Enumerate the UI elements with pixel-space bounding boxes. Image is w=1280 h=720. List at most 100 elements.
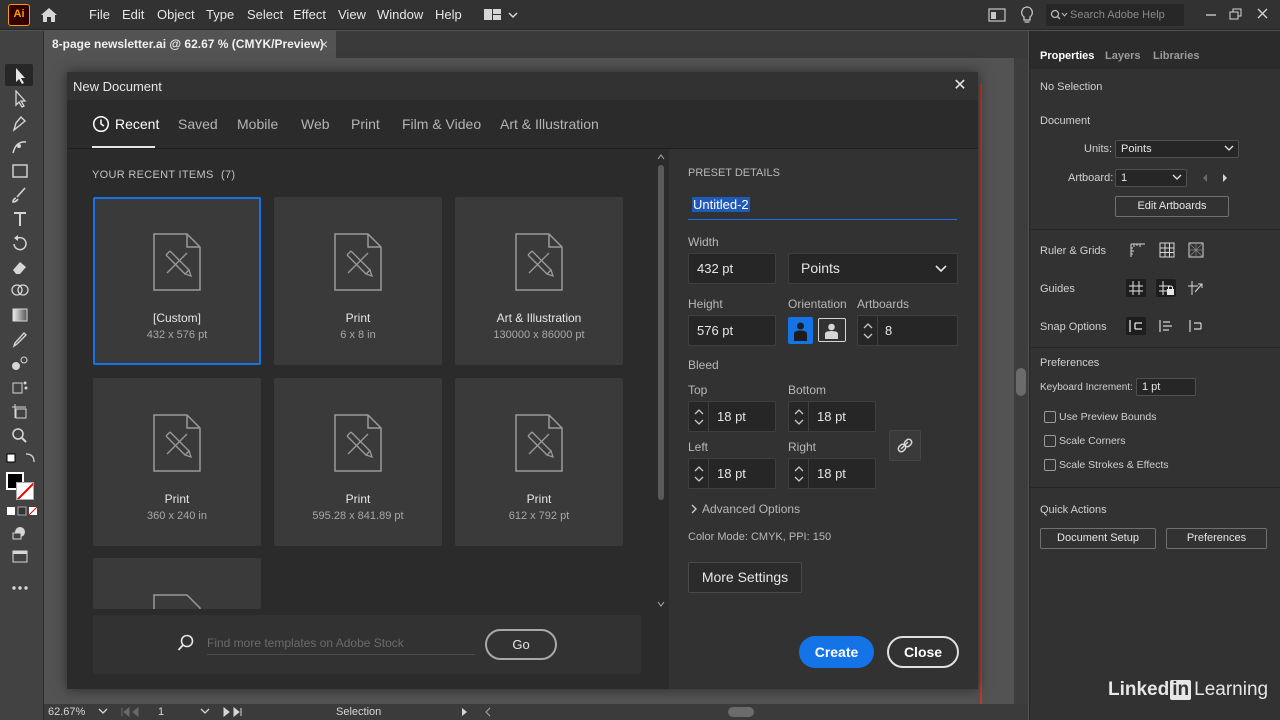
arrange-documents-icon[interactable] <box>988 7 1006 23</box>
snap-to-glyph-icon[interactable] <box>1186 317 1206 335</box>
create-button[interactable]: Create <box>799 636 874 668</box>
bleed-bottom-input[interactable]: 18 pt <box>788 401 876 432</box>
artboard-dropdown[interactable]: 1 <box>1115 169 1187 187</box>
tab-saved[interactable]: Saved <box>178 116 218 132</box>
stock-search-input[interactable] <box>207 631 475 655</box>
document-tab[interactable]: 8-page newsletter.ai @ 62.67 % (CMYK/Pre… <box>44 31 336 58</box>
close-document-tab-icon[interactable]: × <box>320 31 328 58</box>
search-adobe-help[interactable]: Search Adobe Help <box>1046 4 1184 26</box>
type-tool-icon[interactable] <box>10 210 30 228</box>
link-bleed-button[interactable] <box>889 430 921 461</box>
menu-select[interactable]: Select <box>247 7 283 22</box>
eraser-tool-icon[interactable] <box>10 258 30 276</box>
landscape-orientation-button[interactable] <box>818 318 846 342</box>
close-button[interactable]: Close <box>887 636 959 668</box>
snap-to-pixel-icon[interactable] <box>1156 317 1176 335</box>
artboards-input[interactable]: 8 <box>857 315 958 346</box>
rectangle-tool-icon[interactable] <box>10 162 30 180</box>
bleed-top-stepper-icon[interactable] <box>693 406 705 428</box>
vertical-scroll-thumb[interactable] <box>1016 368 1026 396</box>
bleed-right-input[interactable]: 18 pt <box>788 458 876 489</box>
bleed-left-stepper-icon[interactable] <box>693 463 705 485</box>
tab-mobile[interactable]: Mobile <box>237 116 278 132</box>
bleed-right-stepper-icon[interactable] <box>793 463 805 485</box>
ruler-icon[interactable] <box>1128 241 1148 259</box>
menu-effect[interactable]: Effect <box>293 7 326 22</box>
curvature-tool-icon[interactable] <box>10 138 30 156</box>
symbol-sprayer-tool-icon[interactable] <box>10 378 30 396</box>
bleed-bottom-stepper-icon[interactable] <box>793 406 805 428</box>
tab-web[interactable]: Web <box>301 116 330 132</box>
bleed-left-input[interactable]: 18 pt <box>688 458 776 489</box>
edit-artboards-button[interactable]: Edit Artboards <box>1115 196 1229 217</box>
tab-recent[interactable]: Recent <box>115 116 159 132</box>
bleed-top-input[interactable]: 18 pt <box>688 401 776 432</box>
use-preview-bounds-checkbox[interactable] <box>1044 411 1056 423</box>
swap-fill-stroke-icon[interactable] <box>6 451 38 467</box>
stroke-color-swatch[interactable] <box>16 482 34 500</box>
menu-help[interactable]: Help <box>435 7 462 22</box>
artboards-stepper-icon[interactable] <box>862 320 874 342</box>
portrait-orientation-button[interactable] <box>788 317 813 344</box>
artboard-first-prev-icons[interactable] <box>120 707 156 717</box>
document-name-field[interactable]: Untitled-2 <box>688 192 957 220</box>
document-setup-button[interactable]: Document Setup <box>1040 528 1156 549</box>
tab-film-video[interactable]: Film & Video <box>402 116 481 132</box>
zoom-level[interactable]: 62.67% <box>48 706 85 718</box>
advanced-options-toggle[interactable]: Advanced Options <box>702 502 800 516</box>
menu-type[interactable]: Type <box>206 7 234 22</box>
recent-item-card-partial[interactable] <box>93 558 261 609</box>
tab-libraries[interactable]: Libraries <box>1153 50 1199 62</box>
height-input[interactable]: 576 pt <box>688 315 776 346</box>
discover-lightbulb-icon[interactable] <box>1019 5 1035 25</box>
more-settings-button[interactable]: More Settings <box>688 562 802 593</box>
chevron-down-icon[interactable] <box>200 708 210 716</box>
recent-item-card[interactable]: Print 612 x 792 pt <box>455 378 623 546</box>
recent-item-card[interactable]: [Custom] 432 x 576 pt <box>93 197 261 365</box>
tab-layers[interactable]: Layers <box>1105 50 1140 62</box>
paintbrush-tool-icon[interactable] <box>10 186 30 204</box>
recent-items-scrollbar[interactable] <box>656 153 666 608</box>
recent-item-card[interactable]: Print 6 x 8 in <box>274 197 442 365</box>
scale-corners-checkbox[interactable] <box>1044 435 1056 447</box>
scroll-left-icon[interactable] <box>484 706 492 718</box>
units-select[interactable]: Points <box>788 253 958 284</box>
units-dropdown[interactable]: Points <box>1115 140 1239 158</box>
workspace-switcher-icon[interactable] <box>483 7 519 23</box>
draw-mode-icon[interactable] <box>10 523 30 541</box>
lock-guides-icon[interactable] <box>1156 279 1176 297</box>
blend-tool-icon[interactable] <box>10 354 30 372</box>
screen-mode-icon[interactable] <box>10 547 30 565</box>
chevron-right-icon[interactable] <box>460 707 470 717</box>
go-button[interactable]: Go <box>485 629 557 660</box>
color-mode-icons[interactable] <box>6 506 38 518</box>
recent-item-card[interactable]: Art & Illustration 130000 x 86000 pt <box>455 197 623 365</box>
gradient-tool-icon[interactable] <box>10 306 30 324</box>
eyedropper-tool-icon[interactable] <box>10 330 30 348</box>
show-guides-icon[interactable] <box>1126 279 1146 297</box>
menu-edit[interactable]: Edit <box>122 7 144 22</box>
menu-object[interactable]: Object <box>157 7 195 22</box>
grid-icon[interactable] <box>1157 241 1177 259</box>
selection-tool-icon[interactable] <box>10 67 30 85</box>
horizontal-scroll-thumb[interactable] <box>728 707 754 717</box>
shape-builder-tool-icon[interactable] <box>10 282 30 300</box>
width-input[interactable]: 432 pt <box>688 253 776 284</box>
pen-tool-icon[interactable] <box>10 114 30 132</box>
scale-strokes-checkbox[interactable] <box>1044 459 1056 471</box>
dialog-close-icon[interactable]: ✕ <box>950 76 970 96</box>
edit-toolbar-icon[interactable] <box>10 579 30 597</box>
snap-to-point-icon[interactable] <box>1126 317 1146 335</box>
artboard-tool-icon[interactable] <box>10 402 30 420</box>
smart-guides-icon[interactable] <box>1186 279 1206 297</box>
chevron-down-icon[interactable] <box>98 708 108 716</box>
home-icon[interactable] <box>39 6 59 24</box>
preferences-button[interactable]: Preferences <box>1166 528 1267 549</box>
artboard-next-last-icons[interactable] <box>220 707 256 717</box>
tab-properties[interactable]: Properties <box>1040 50 1094 62</box>
recent-item-card[interactable]: Print 595.28 x 841.89 pt <box>274 378 442 546</box>
chevron-right-icon[interactable] <box>689 503 699 515</box>
tab-art-illustration[interactable]: Art & Illustration <box>500 116 599 132</box>
tab-print[interactable]: Print <box>351 116 380 132</box>
pixel-grid-icon[interactable] <box>1186 241 1206 259</box>
